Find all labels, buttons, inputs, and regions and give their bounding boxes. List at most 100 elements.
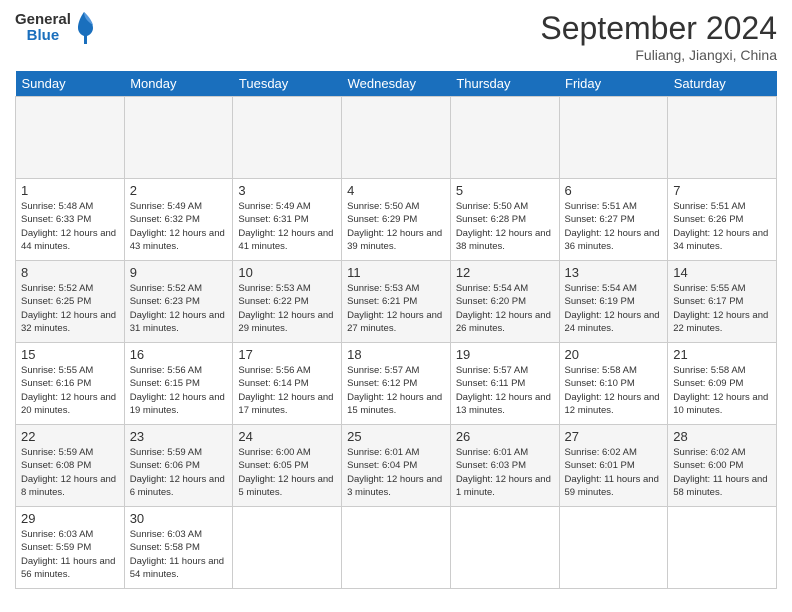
day-number: 23: [130, 429, 228, 444]
table-row: [342, 507, 451, 589]
day-number: 22: [21, 429, 119, 444]
day-info: Sunrise: 5:49 AM Sunset: 6:32 PM Dayligh…: [130, 200, 228, 253]
day-info: Sunrise: 6:03 AM Sunset: 5:58 PM Dayligh…: [130, 528, 228, 581]
day-number: 21: [673, 347, 771, 362]
logo-bird-icon: [73, 10, 95, 46]
day-number: 1: [21, 183, 119, 198]
day-number: 14: [673, 265, 771, 280]
calendar-row: 15 Sunrise: 5:55 AM Sunset: 6:16 PM Dayl…: [16, 343, 777, 425]
day-number: 3: [238, 183, 336, 198]
table-row: 5 Sunrise: 5:50 AM Sunset: 6:28 PM Dayli…: [450, 179, 559, 261]
day-number: 2: [130, 183, 228, 198]
table-row: [450, 97, 559, 179]
page-container: General Blue September 2024 Fuliang, Jia…: [0, 0, 792, 599]
day-info: Sunrise: 5:52 AM Sunset: 6:23 PM Dayligh…: [130, 282, 228, 335]
day-info: Sunrise: 5:55 AM Sunset: 6:16 PM Dayligh…: [21, 364, 119, 417]
table-row: [668, 507, 777, 589]
day-info: Sunrise: 5:57 AM Sunset: 6:12 PM Dayligh…: [347, 364, 445, 417]
table-row: 8 Sunrise: 5:52 AM Sunset: 6:25 PM Dayli…: [16, 261, 125, 343]
logo: General Blue: [15, 10, 95, 46]
table-row: 21 Sunrise: 5:58 AM Sunset: 6:09 PM Dayl…: [668, 343, 777, 425]
table-row: 20 Sunrise: 5:58 AM Sunset: 6:10 PM Dayl…: [559, 343, 668, 425]
table-row: 17 Sunrise: 5:56 AM Sunset: 6:14 PM Dayl…: [233, 343, 342, 425]
table-row: 13 Sunrise: 5:54 AM Sunset: 6:19 PM Dayl…: [559, 261, 668, 343]
table-row: [450, 507, 559, 589]
day-number: 16: [130, 347, 228, 362]
table-row: 2 Sunrise: 5:49 AM Sunset: 6:32 PM Dayli…: [124, 179, 233, 261]
day-info: Sunrise: 5:50 AM Sunset: 6:28 PM Dayligh…: [456, 200, 554, 253]
col-saturday: Saturday: [668, 71, 777, 97]
table-row: 24 Sunrise: 6:00 AM Sunset: 6:05 PM Dayl…: [233, 425, 342, 507]
day-number: 15: [21, 347, 119, 362]
day-info: Sunrise: 5:55 AM Sunset: 6:17 PM Dayligh…: [673, 282, 771, 335]
table-row: 29 Sunrise: 6:03 AM Sunset: 5:59 PM Dayl…: [16, 507, 125, 589]
calendar-row: 8 Sunrise: 5:52 AM Sunset: 6:25 PM Dayli…: [16, 261, 777, 343]
table-row: 30 Sunrise: 6:03 AM Sunset: 5:58 PM Dayl…: [124, 507, 233, 589]
day-info: Sunrise: 5:51 AM Sunset: 6:27 PM Dayligh…: [565, 200, 663, 253]
day-info: Sunrise: 5:52 AM Sunset: 6:25 PM Dayligh…: [21, 282, 119, 335]
day-number: 13: [565, 265, 663, 280]
table-row: 16 Sunrise: 5:56 AM Sunset: 6:15 PM Dayl…: [124, 343, 233, 425]
day-info: Sunrise: 5:50 AM Sunset: 6:29 PM Dayligh…: [347, 200, 445, 253]
table-row: 6 Sunrise: 5:51 AM Sunset: 6:27 PM Dayli…: [559, 179, 668, 261]
day-number: 8: [21, 265, 119, 280]
day-info: Sunrise: 5:53 AM Sunset: 6:21 PM Dayligh…: [347, 282, 445, 335]
calendar-row: 1 Sunrise: 5:48 AM Sunset: 6:33 PM Dayli…: [16, 179, 777, 261]
table-row: 12 Sunrise: 5:54 AM Sunset: 6:20 PM Dayl…: [450, 261, 559, 343]
table-row: 3 Sunrise: 5:49 AM Sunset: 6:31 PM Dayli…: [233, 179, 342, 261]
table-row: 11 Sunrise: 5:53 AM Sunset: 6:21 PM Dayl…: [342, 261, 451, 343]
day-info: Sunrise: 5:58 AM Sunset: 6:09 PM Dayligh…: [673, 364, 771, 417]
calendar-row: 29 Sunrise: 6:03 AM Sunset: 5:59 PM Dayl…: [16, 507, 777, 589]
day-number: 17: [238, 347, 336, 362]
header-row: Sunday Monday Tuesday Wednesday Thursday…: [16, 71, 777, 97]
day-number: 29: [21, 511, 119, 526]
day-number: 20: [565, 347, 663, 362]
table-row: 26 Sunrise: 6:01 AM Sunset: 6:03 PM Dayl…: [450, 425, 559, 507]
col-tuesday: Tuesday: [233, 71, 342, 97]
table-row: 10 Sunrise: 5:53 AM Sunset: 6:22 PM Dayl…: [233, 261, 342, 343]
table-row: 19 Sunrise: 5:57 AM Sunset: 6:11 PM Dayl…: [450, 343, 559, 425]
title-area: September 2024 Fuliang, Jiangxi, China: [540, 10, 777, 63]
table-row: 15 Sunrise: 5:55 AM Sunset: 6:16 PM Dayl…: [16, 343, 125, 425]
table-row: 9 Sunrise: 5:52 AM Sunset: 6:23 PM Dayli…: [124, 261, 233, 343]
day-info: Sunrise: 6:02 AM Sunset: 6:01 PM Dayligh…: [565, 446, 663, 499]
day-info: Sunrise: 6:01 AM Sunset: 6:03 PM Dayligh…: [456, 446, 554, 499]
day-number: 25: [347, 429, 445, 444]
day-info: Sunrise: 5:59 AM Sunset: 6:08 PM Dayligh…: [21, 446, 119, 499]
day-number: 9: [130, 265, 228, 280]
table-row: 27 Sunrise: 6:02 AM Sunset: 6:01 PM Dayl…: [559, 425, 668, 507]
day-info: Sunrise: 5:54 AM Sunset: 6:20 PM Dayligh…: [456, 282, 554, 335]
col-friday: Friday: [559, 71, 668, 97]
day-number: 5: [456, 183, 554, 198]
calendar-row: 22 Sunrise: 5:59 AM Sunset: 6:08 PM Dayl…: [16, 425, 777, 507]
table-row: 18 Sunrise: 5:57 AM Sunset: 6:12 PM Dayl…: [342, 343, 451, 425]
table-row: [668, 97, 777, 179]
day-number: 4: [347, 183, 445, 198]
table-row: 25 Sunrise: 6:01 AM Sunset: 6:04 PM Dayl…: [342, 425, 451, 507]
table-row: 7 Sunrise: 5:51 AM Sunset: 6:26 PM Dayli…: [668, 179, 777, 261]
col-sunday: Sunday: [16, 71, 125, 97]
day-number: 10: [238, 265, 336, 280]
table-row: [16, 97, 125, 179]
day-number: 11: [347, 265, 445, 280]
day-info: Sunrise: 5:53 AM Sunset: 6:22 PM Dayligh…: [238, 282, 336, 335]
day-info: Sunrise: 5:58 AM Sunset: 6:10 PM Dayligh…: [565, 364, 663, 417]
location: Fuliang, Jiangxi, China: [540, 47, 777, 63]
day-info: Sunrise: 6:03 AM Sunset: 5:59 PM Dayligh…: [21, 528, 119, 581]
day-info: Sunrise: 6:01 AM Sunset: 6:04 PM Dayligh…: [347, 446, 445, 499]
table-row: 22 Sunrise: 5:59 AM Sunset: 6:08 PM Dayl…: [16, 425, 125, 507]
table-row: [559, 97, 668, 179]
day-info: Sunrise: 6:00 AM Sunset: 6:05 PM Dayligh…: [238, 446, 336, 499]
table-row: 1 Sunrise: 5:48 AM Sunset: 6:33 PM Dayli…: [16, 179, 125, 261]
calendar-table: Sunday Monday Tuesday Wednesday Thursday…: [15, 71, 777, 589]
table-row: [233, 507, 342, 589]
day-info: Sunrise: 5:54 AM Sunset: 6:19 PM Dayligh…: [565, 282, 663, 335]
day-number: 26: [456, 429, 554, 444]
day-number: 12: [456, 265, 554, 280]
day-number: 6: [565, 183, 663, 198]
day-number: 19: [456, 347, 554, 362]
day-info: Sunrise: 5:57 AM Sunset: 6:11 PM Dayligh…: [456, 364, 554, 417]
day-number: 30: [130, 511, 228, 526]
table-row: 4 Sunrise: 5:50 AM Sunset: 6:29 PM Dayli…: [342, 179, 451, 261]
table-row: [233, 97, 342, 179]
